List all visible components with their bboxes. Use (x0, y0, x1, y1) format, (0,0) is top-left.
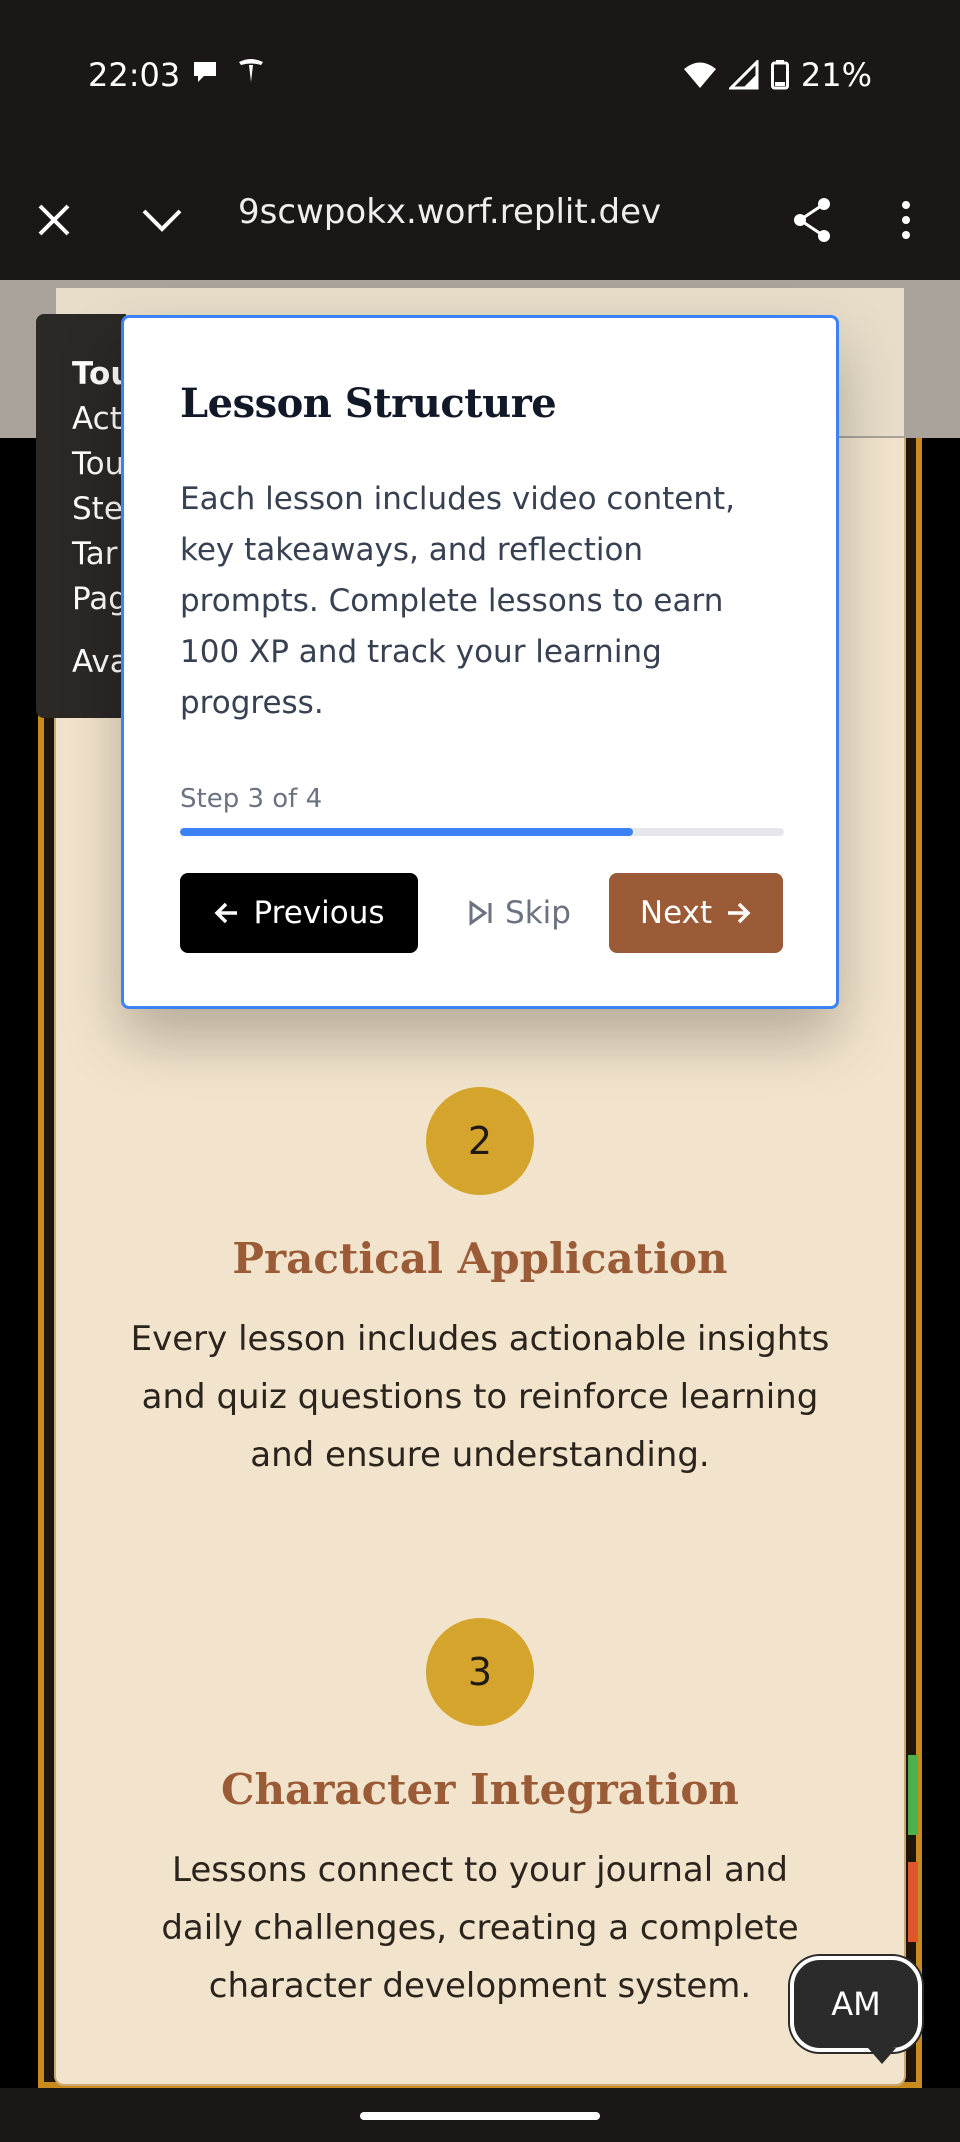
next-button[interactable]: Next (609, 873, 783, 953)
tour-debug-line: Pag (72, 581, 126, 617)
status-right: 21% (683, 56, 872, 94)
chevron-down-icon (142, 209, 182, 232)
collapse-button[interactable] (136, 194, 188, 246)
battery-icon (770, 60, 789, 90)
step-number-badge: 2 (426, 1087, 534, 1195)
skip-label: Skip (505, 895, 571, 931)
tour-debug-line: Tou (72, 356, 126, 392)
url-field[interactable]: 9scwpokx.worf.replit.dev (238, 192, 661, 232)
chat-bubble-icon (194, 62, 216, 82)
skip-forward-icon (469, 900, 492, 926)
tour-debug-line: Ste (72, 491, 123, 527)
tour-modal: Lesson Structure Each lesson includes vi… (121, 315, 839, 1009)
close-icon (38, 204, 70, 236)
modal-body: Each lesson includes video content, key … (180, 481, 735, 721)
home-gesture-handle[interactable] (360, 2112, 600, 2120)
edge-accent-orange (908, 1862, 918, 1942)
signal-icon (728, 60, 759, 90)
step-indicator: Step 3 of 4 (180, 784, 323, 814)
wifi-icon (683, 62, 716, 88)
status-time: 22:03 (88, 56, 181, 94)
battery-percent: 21% (800, 56, 872, 94)
skip-button[interactable]: Skip (454, 873, 584, 953)
previous-label: Previous (253, 895, 385, 931)
tesla-icon (239, 59, 263, 82)
feature-title: Character Integration (221, 1765, 739, 1814)
next-label: Next (639, 895, 713, 931)
feature-description: Lessons connect to your journal and dail… (161, 1850, 799, 2006)
tour-debug-line: Ava (72, 644, 126, 680)
modal-title: Lesson Structure (180, 380, 557, 427)
more-vert-icon (902, 201, 910, 239)
more-options-button[interactable] (880, 194, 932, 246)
status-icons-left (190, 56, 266, 86)
previous-button[interactable]: Previous (180, 873, 418, 953)
arrow-right-icon (728, 902, 751, 924)
avatar-badge-tail (868, 2048, 896, 2064)
tour-debug-line: Tou (72, 446, 125, 482)
progress-bar (180, 828, 784, 836)
share-icon (794, 198, 830, 242)
user-avatar-button[interactable]: AM (790, 1956, 922, 2052)
feature-description: Every lesson includes actionable insight… (130, 1319, 830, 1475)
step-number-badge: 3 (426, 1618, 534, 1726)
arrow-left-icon (215, 902, 238, 924)
edge-accent-green (908, 1755, 918, 1835)
tour-debug-spacer (72, 622, 126, 640)
progress-fill (180, 828, 633, 836)
tour-debug-line: Act (72, 401, 122, 437)
tour-debug-line: Tar (72, 536, 118, 572)
tour-debug-panel: Tou Act Tou Ste Tar Pag Ava (36, 314, 126, 718)
feature-title: Practical Application (232, 1234, 728, 1283)
share-button[interactable] (786, 194, 838, 246)
close-tab-button[interactable] (28, 194, 80, 246)
status-bar: 22:03 21% (0, 0, 960, 160)
